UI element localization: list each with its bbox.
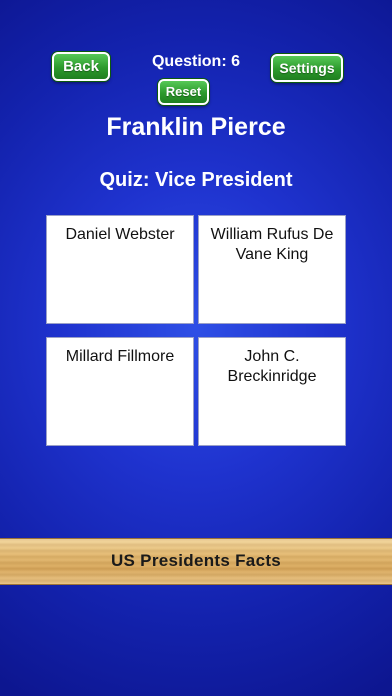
answer-option-4[interactable]: John C. Breckinridge xyxy=(198,337,346,446)
quiz-title: Quiz: Vice President xyxy=(99,169,293,191)
app-banner: US Presidents Facts xyxy=(0,538,392,585)
answer-option-3[interactable]: Millard Fillmore xyxy=(46,337,194,446)
answer-option-2[interactable]: William Rufus De Vane King xyxy=(198,215,346,324)
settings-button[interactable]: Settings xyxy=(271,54,343,82)
president-name: Franklin Pierce xyxy=(106,113,286,141)
answer-option-1[interactable]: Daniel Webster xyxy=(46,215,194,324)
reset-button[interactable]: Reset xyxy=(158,79,209,105)
